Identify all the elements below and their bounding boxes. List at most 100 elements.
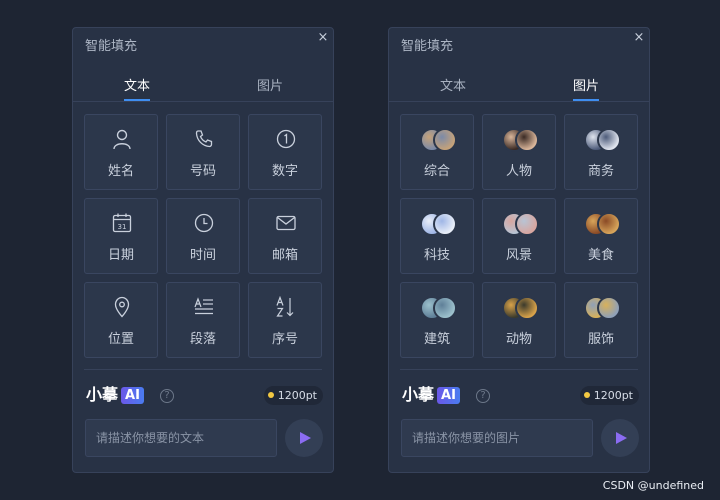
points-value: 1200pt — [593, 389, 633, 402]
fill-item-label: 美食 — [587, 248, 614, 263]
tab-bar: 文本 图片 — [73, 66, 333, 102]
send-button[interactable] — [601, 419, 639, 457]
fill-item-date[interactable]: 31 日期 — [84, 198, 158, 274]
panel-title: 智能填充 — [401, 39, 454, 54]
tab-image[interactable]: 图片 — [240, 75, 300, 94]
fill-item-tech[interactable]: 科技 — [400, 198, 474, 274]
person-icon — [113, 129, 131, 150]
close-icon[interactable]: × — [632, 31, 646, 45]
thumb-photo — [433, 212, 457, 236]
brand-name: 小摹 — [402, 385, 435, 404]
close-icon[interactable]: × — [316, 31, 330, 45]
help-icon[interactable]: ? — [160, 389, 174, 403]
tab-text[interactable]: 文本 — [107, 75, 167, 101]
circled-one-icon — [276, 129, 296, 149]
fill-item-label: 时间 — [189, 248, 216, 263]
fill-item-mixed[interactable]: 综合 — [400, 114, 474, 190]
fill-item-label: 邮箱 — [271, 248, 298, 263]
fill-item-label: 服饰 — [587, 332, 614, 347]
thumb-photo — [597, 212, 621, 236]
tab-text[interactable]: 文本 — [423, 75, 483, 94]
mixed-photo-thumbs — [420, 128, 458, 154]
fill-item-business[interactable]: 商务 — [564, 114, 638, 190]
thumb-photo — [433, 128, 457, 152]
fashion-photo-thumbs — [584, 296, 622, 322]
send-icon — [616, 432, 627, 444]
panel-title: 智能填充 — [85, 39, 138, 54]
fill-item-label: 号码 — [189, 164, 216, 179]
fill-item-time[interactable]: 时间 — [166, 198, 240, 274]
fill-item-name[interactable]: 姓名 — [84, 114, 158, 190]
fill-item-number[interactable]: 数字 — [248, 114, 322, 190]
portrait-photo-thumbs — [502, 128, 540, 154]
section-divider — [84, 369, 322, 370]
calendar-icon: 31 — [112, 213, 132, 233]
brand-name: 小摹 — [86, 385, 119, 404]
tab-active-indicator — [573, 99, 599, 101]
thumb-photo — [515, 296, 539, 320]
fill-item-paragraph[interactable]: 段落 — [166, 282, 240, 358]
fill-item-serial[interactable]: 序号 — [248, 282, 322, 358]
ai-brand: 小摹 AI — [402, 385, 460, 405]
thumb-photo — [433, 296, 457, 320]
architecture-photo-thumbs — [420, 296, 458, 322]
fill-item-landscape[interactable]: 风景 — [482, 198, 556, 274]
smart-fill-text-panel: 智能填充 × 文本 图片 姓名 号码 数字 31 日期 时间 邮箱 位置 段落 … — [72, 27, 334, 473]
fill-item-fashion[interactable]: 服饰 — [564, 282, 638, 358]
tab-label: 文本 — [123, 79, 150, 94]
landscape-photo-thumbs — [502, 212, 540, 238]
paragraph-icon — [194, 297, 213, 315]
tab-image[interactable]: 图片 — [556, 75, 616, 101]
tab-label: 图片 — [572, 79, 599, 94]
thumb-photo — [515, 212, 539, 236]
fill-item-label: 建筑 — [423, 332, 450, 347]
sort-az-icon — [276, 296, 294, 317]
fill-item-label: 姓名 — [107, 164, 134, 179]
business-photo-thumbs — [584, 128, 622, 154]
fill-item-location[interactable]: 位置 — [84, 282, 158, 358]
fill-item-label: 动物 — [505, 332, 532, 347]
fill-item-label: 日期 — [107, 248, 134, 263]
tab-active-indicator — [124, 99, 150, 101]
fill-item-architecture[interactable]: 建筑 — [400, 282, 474, 358]
animal-photo-thumbs — [502, 296, 540, 322]
fill-item-food[interactable]: 美食 — [564, 198, 638, 274]
fill-item-label: 数字 — [271, 164, 298, 179]
points-badge: 1200pt — [263, 386, 323, 405]
section-divider — [400, 369, 638, 370]
tech-photo-thumbs — [420, 212, 458, 238]
clock-icon — [194, 213, 214, 233]
food-photo-thumbs — [584, 212, 622, 238]
points-badge: 1200pt — [579, 386, 639, 405]
fill-item-label: 综合 — [423, 164, 450, 179]
fill-item-people[interactable]: 人物 — [482, 114, 556, 190]
help-icon[interactable]: ? — [476, 389, 490, 403]
ai-badge: AI — [437, 387, 460, 404]
thumb-photo — [515, 128, 539, 152]
location-pin-icon — [114, 296, 130, 318]
fill-item-label: 科技 — [423, 248, 450, 263]
send-button[interactable] — [285, 419, 323, 457]
fill-item-label: 位置 — [107, 332, 134, 347]
coin-icon — [267, 392, 274, 398]
coin-icon — [583, 392, 590, 398]
fill-item-label: 序号 — [271, 332, 298, 347]
prompt-input[interactable]: 请描述你想要的文本 — [85, 419, 277, 457]
fill-item-email[interactable]: 邮箱 — [248, 198, 322, 274]
mail-icon — [276, 215, 296, 231]
prompt-input[interactable]: 请描述你想要的图片 — [401, 419, 593, 457]
points-value: 1200pt — [277, 389, 317, 402]
thumb-photo — [597, 128, 621, 152]
fill-item-phone[interactable]: 号码 — [166, 114, 240, 190]
tab-label: 文本 — [439, 79, 466, 94]
send-icon — [300, 432, 311, 444]
fill-item-label: 人物 — [505, 164, 532, 179]
thumb-photo — [597, 296, 621, 320]
tab-bar: 文本 图片 — [389, 66, 649, 102]
smart-fill-image-panel: 智能填充 × 文本 图片 综合 人物 商务 科技 风景 美食 建筑 动物 服饰 … — [388, 27, 650, 473]
phone-icon — [195, 130, 213, 148]
ai-brand: 小摹 AI — [86, 385, 144, 405]
fill-item-animal[interactable]: 动物 — [482, 282, 556, 358]
fill-item-label: 段落 — [189, 332, 216, 347]
ai-badge: AI — [121, 387, 144, 404]
